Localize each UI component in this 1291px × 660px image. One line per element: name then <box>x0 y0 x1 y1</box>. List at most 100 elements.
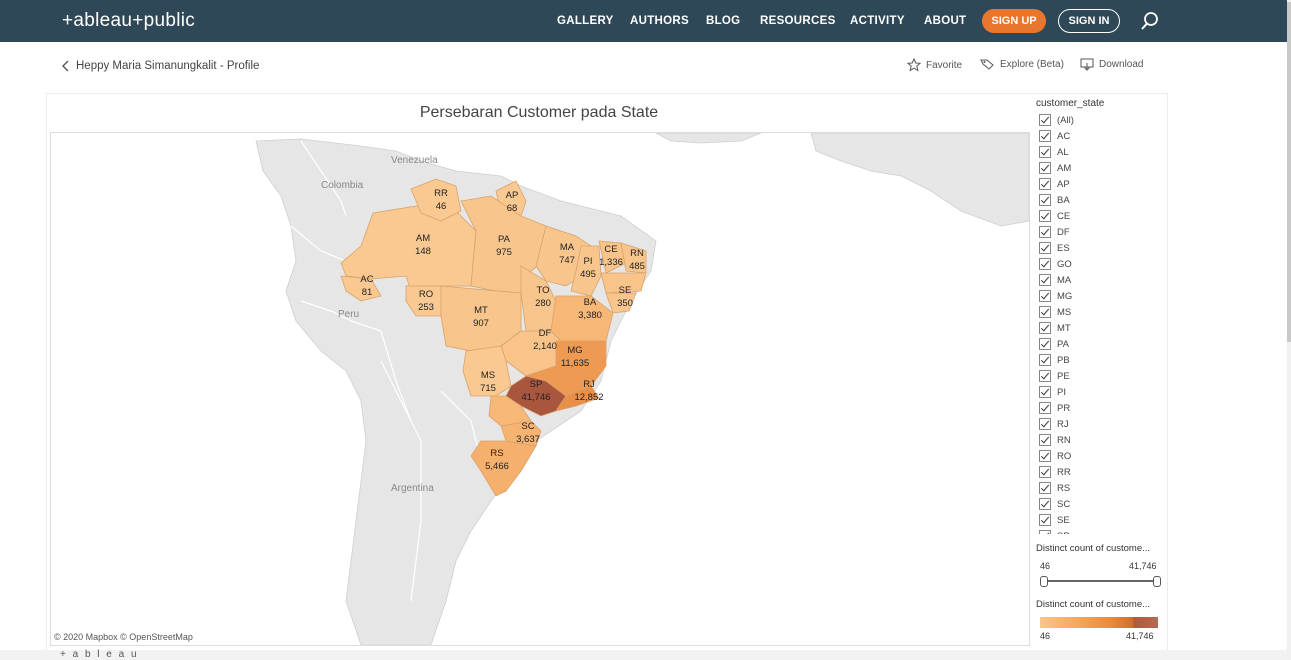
tableau-public-logo[interactable]: +ableau+public <box>62 10 195 32</box>
filter-option[interactable]: AC <box>1036 128 1162 144</box>
filter-option[interactable]: AM <box>1036 160 1162 176</box>
checkbox[interactable] <box>1039 146 1051 158</box>
filter-title: customer_state <box>1036 98 1105 109</box>
checkbox[interactable] <box>1039 290 1051 302</box>
state-code-label: AP <box>506 190 519 201</box>
state-value-label: 485 <box>629 261 645 272</box>
filter-option[interactable]: RR <box>1036 464 1162 480</box>
nav-gallery[interactable]: GALLERY <box>557 15 614 27</box>
checkbox[interactable] <box>1039 370 1051 382</box>
checkbox[interactable] <box>1039 226 1051 238</box>
top-navbar: +ableau+public GALLERY AUTHORS BLOG RESO… <box>0 0 1287 42</box>
filter-option[interactable]: SC <box>1036 496 1162 512</box>
filter-option[interactable]: PR <box>1036 400 1162 416</box>
filter-option-label: PR <box>1057 402 1071 414</box>
filter-option-label: DF <box>1057 226 1070 238</box>
filter-option[interactable]: AP <box>1036 176 1162 192</box>
filter-option-label: MT <box>1057 322 1071 334</box>
checkbox[interactable] <box>1039 434 1051 446</box>
map-attribution[interactable]: © 2020 Mapbox © OpenStreetMap <box>54 632 193 642</box>
explore-button[interactable]: Explore (Beta) <box>980 58 1064 71</box>
explore-label: Explore (Beta) <box>1000 59 1064 70</box>
checkbox[interactable] <box>1039 258 1051 270</box>
filter-option[interactable]: PE <box>1036 368 1162 384</box>
filter-option-label: MA <box>1057 274 1072 286</box>
page-scrollbar-thumb[interactable] <box>1287 2 1291 342</box>
filter-option-label: CE <box>1057 210 1071 222</box>
checkbox[interactable] <box>1039 274 1051 286</box>
checkbox[interactable] <box>1039 482 1051 494</box>
filter-option[interactable]: MS <box>1036 304 1162 320</box>
star-icon <box>907 58 921 72</box>
checkbox[interactable] <box>1039 386 1051 398</box>
checkbox[interactable] <box>1039 402 1051 414</box>
download-label: Download <box>1099 59 1144 70</box>
state-value-label: 81 <box>362 287 373 298</box>
filter-option[interactable]: ES <box>1036 240 1162 256</box>
range-slider-track[interactable] <box>1043 580 1157 582</box>
checkbox[interactable] <box>1039 530 1051 534</box>
sign-up-button[interactable]: SIGN UP <box>982 9 1046 33</box>
sign-in-button[interactable]: SIGN IN <box>1058 9 1120 33</box>
filter-option[interactable]: AL <box>1036 144 1162 160</box>
checkbox[interactable] <box>1039 466 1051 478</box>
checkbox[interactable] <box>1039 114 1051 126</box>
checkbox[interactable] <box>1039 162 1051 174</box>
filter-option[interactable]: GO <box>1036 256 1162 272</box>
nav-blog[interactable]: BLOG <box>706 15 740 27</box>
filter-option[interactable]: SP <box>1036 528 1162 534</box>
filter-option[interactable]: (All) <box>1036 112 1162 128</box>
checkbox[interactable] <box>1039 338 1051 350</box>
checkbox[interactable] <box>1039 178 1051 190</box>
map-title: Persebaran Customer pada State <box>419 104 659 121</box>
filter-option[interactable]: PB <box>1036 352 1162 368</box>
checkbox[interactable] <box>1039 194 1051 206</box>
filter-option-label: SE <box>1057 514 1070 526</box>
range-slider-max-handle[interactable] <box>1153 576 1161 587</box>
state-code-label: MT <box>474 305 488 316</box>
filter-option[interactable]: MT <box>1036 320 1162 336</box>
filter-option-label: RO <box>1057 450 1072 462</box>
state-value-label: 5,466 <box>485 461 509 472</box>
checkbox[interactable] <box>1039 354 1051 366</box>
filter-option[interactable]: SE <box>1036 512 1162 528</box>
nav-about[interactable]: ABOUT <box>924 15 966 27</box>
nav-authors[interactable]: AUTHORS <box>630 15 689 27</box>
nav-activity[interactable]: ACTIVITY <box>850 15 905 27</box>
filter-option[interactable]: RO <box>1036 448 1162 464</box>
filter-option[interactable]: RN <box>1036 432 1162 448</box>
tableau-footer-logo[interactable]: + a b l e a u <box>60 649 139 660</box>
checkbox[interactable] <box>1039 418 1051 430</box>
checkbox[interactable] <box>1039 322 1051 334</box>
filter-option-label: PA <box>1057 338 1069 350</box>
filter-option[interactable]: MG <box>1036 288 1162 304</box>
filter-option[interactable]: PA <box>1036 336 1162 352</box>
range-slider-min-handle[interactable] <box>1040 576 1048 587</box>
map-view[interactable]: Venezuela Colombia Peru Argentina RR 46 AP… <box>50 132 1030 646</box>
checkbox[interactable] <box>1039 306 1051 318</box>
filter-option-label: MS <box>1057 306 1072 318</box>
checkbox[interactable] <box>1039 210 1051 222</box>
state-code-label: RN <box>630 248 644 259</box>
filter-option[interactable]: BA <box>1036 192 1162 208</box>
favorite-button[interactable]: Favorite <box>907 58 962 72</box>
checkbox[interactable] <box>1039 498 1051 510</box>
breadcrumb[interactable]: Heppy Maria Simanungkalit - Profile <box>62 60 259 72</box>
checkbox[interactable] <box>1039 130 1051 142</box>
filter-option[interactable]: RJ <box>1036 416 1162 432</box>
checkbox[interactable] <box>1039 514 1051 526</box>
filter-option[interactable]: RS <box>1036 480 1162 496</box>
checkbox[interactable] <box>1039 242 1051 254</box>
search-icon[interactable] <box>1140 11 1160 31</box>
filter-option[interactable]: CE <box>1036 208 1162 224</box>
state-code-label: TO <box>536 285 549 296</box>
filter-option[interactable]: MA <box>1036 272 1162 288</box>
state-filter-list[interactable]: (All) AC AL AM AP BA CE DF ES GO MA MG MS MT PA PB PE PI P… <box>1036 112 1162 534</box>
filter-option-label: BA <box>1057 194 1070 206</box>
filter-option[interactable]: PI <box>1036 384 1162 400</box>
download-button[interactable]: Download <box>1080 58 1143 71</box>
nav-resources[interactable]: RESOURCES <box>760 15 836 27</box>
filter-option[interactable]: DF <box>1036 224 1162 240</box>
map-svg[interactable]: Venezuela Colombia Peru Argentina RR 46 AP… <box>51 133 1029 645</box>
checkbox[interactable] <box>1039 450 1051 462</box>
